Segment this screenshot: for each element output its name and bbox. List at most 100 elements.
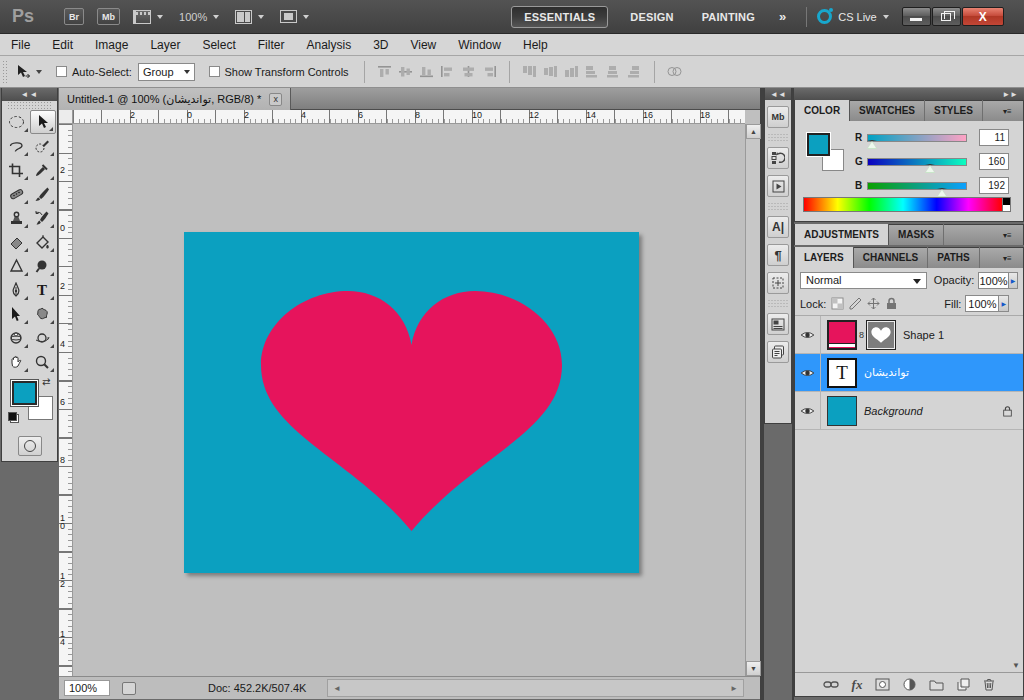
lock-transparency-icon[interactable] (831, 297, 844, 310)
hand-tool[interactable] (4, 350, 30, 374)
visibility-toggle[interactable] (795, 354, 821, 391)
healing-brush-tool[interactable] (4, 182, 30, 206)
align-bottom-edges-icon[interactable] (419, 65, 434, 78)
blue-value-field[interactable]: 192 (979, 177, 1009, 194)
lock-position-icon[interactable] (867, 297, 880, 310)
document-tab[interactable]: Untitled-1 @ 100% (توانديشان, RGB/8) * x (59, 88, 291, 110)
blur-tool[interactable] (4, 254, 30, 278)
scroll-up-button[interactable]: ▲ (746, 124, 761, 139)
3d-orbit-tool[interactable] (30, 326, 56, 350)
panels-expand-button[interactable]: ►► (794, 88, 1024, 100)
screen-mode-button[interactable] (280, 10, 309, 23)
layer-name[interactable]: توانديشان (864, 366, 909, 379)
dock-notes-button[interactable] (767, 341, 789, 363)
type-tool[interactable]: T (30, 278, 56, 302)
menu-analysis[interactable]: Analysis (295, 38, 362, 52)
options-grip[interactable] (2, 60, 9, 84)
align-horizontal-centers-icon[interactable] (461, 65, 476, 78)
pen-tool[interactable] (4, 278, 30, 302)
distribute-vertical-centers-icon[interactable] (543, 65, 558, 78)
visibility-toggle[interactable] (795, 392, 821, 429)
quick-selection-tool[interactable] (30, 134, 56, 158)
layer-style-fx-button[interactable]: fx (852, 677, 863, 693)
layers-tab-paths[interactable]: PATHS (928, 247, 979, 268)
show-transform-checkbox[interactable] (209, 66, 220, 77)
dock-collapse-button[interactable]: ◄◄ (765, 88, 791, 100)
menu-select[interactable]: Select (191, 38, 246, 52)
layer-name[interactable]: Shape 1 (903, 329, 944, 341)
fill-field[interactable]: 100% (965, 295, 999, 312)
shape-layer-thumbnail[interactable] (827, 320, 857, 350)
layers-tab-layers[interactable]: LAYERS (795, 247, 854, 268)
crop-tool[interactable] (4, 158, 30, 182)
eyedropper-tool[interactable] (30, 158, 56, 182)
menu-image[interactable]: Image (84, 38, 139, 52)
path-selection-tool[interactable] (4, 302, 30, 326)
move-tool[interactable] (30, 110, 56, 134)
fill-spinner[interactable]: ▶ (999, 295, 1009, 312)
view-extras-button[interactable] (133, 10, 163, 24)
link-layers-button[interactable] (823, 680, 839, 689)
color-spectrum-bar[interactable] (803, 197, 1003, 212)
blue-slider[interactable] (867, 182, 967, 190)
dock-actions-button[interactable] (767, 175, 789, 197)
layer-row-text[interactable]: T توانديشان (795, 354, 1023, 392)
dock-clone-source-button[interactable] (767, 272, 789, 294)
distribute-right-edges-icon[interactable] (627, 65, 642, 78)
distribute-bottom-edges-icon[interactable] (564, 65, 579, 78)
vector-mask-thumbnail[interactable] (866, 320, 896, 350)
scroll-down-button[interactable]: ▼ (746, 661, 761, 676)
auto-select-checkbox[interactable] (56, 66, 67, 77)
foreground-color-swatch[interactable] (11, 380, 38, 406)
close-button[interactable]: X (962, 7, 1004, 26)
eraser-tool[interactable] (4, 230, 30, 254)
dock-layer-comps-button[interactable] (767, 313, 789, 335)
align-vertical-centers-icon[interactable] (398, 65, 413, 78)
opacity-field[interactable]: 100% (978, 272, 1009, 289)
background-layer-thumbnail[interactable] (827, 396, 857, 426)
3d-rotate-tool[interactable] (4, 326, 30, 350)
menu-filter[interactable]: Filter (247, 38, 296, 52)
adjustments-panel-menu[interactable] (1003, 231, 1019, 240)
new-layer-button[interactable] (957, 678, 970, 691)
scroll-right-icon[interactable]: ► (730, 684, 738, 693)
layer-row-background[interactable]: Background (795, 392, 1023, 430)
swap-colors-icon[interactable]: ⇄ (42, 376, 50, 387)
color-tab-swatches[interactable]: SWATCHES (850, 100, 925, 121)
blue-slider-thumb[interactable] (937, 188, 947, 197)
panel-foreground-swatch[interactable] (806, 132, 831, 157)
distribute-left-edges-icon[interactable] (585, 65, 600, 78)
default-colors-icon[interactable] (8, 412, 19, 423)
green-value-field[interactable]: 160 (979, 153, 1009, 170)
restore-button[interactable] (932, 7, 961, 26)
lasso-tool[interactable] (4, 134, 30, 158)
color-tab-color[interactable]: COLOR (795, 100, 850, 121)
zoom-tool[interactable] (30, 350, 56, 374)
lock-all-icon[interactable] (885, 297, 898, 310)
workspace-essentials[interactable]: ESSENTIALS (511, 6, 608, 28)
layers-tab-channels[interactable]: CHANNELS (854, 247, 929, 268)
menu-window[interactable]: Window (447, 38, 512, 52)
history-brush-tool[interactable] (30, 206, 56, 230)
brush-tool[interactable] (30, 182, 56, 206)
toolpanel-collapse-button[interactable]: ◄◄ (2, 88, 57, 101)
opacity-spinner[interactable]: ▶ (1009, 272, 1018, 289)
layer-row-shape1[interactable]: 8 Shape 1 (795, 316, 1023, 354)
text-layer-thumbnail[interactable]: T (827, 358, 857, 388)
paint-bucket-tool[interactable] (30, 230, 56, 254)
red-slider[interactable] (867, 134, 967, 142)
add-layer-mask-button[interactable] (875, 678, 890, 691)
red-value-field[interactable]: 11 (979, 129, 1009, 146)
launch-bridge-button[interactable]: Br (64, 8, 84, 25)
red-slider-thumb[interactable] (867, 140, 877, 149)
menu-view[interactable]: View (399, 38, 447, 52)
workspace-design[interactable]: DESIGN (630, 11, 673, 23)
distribute-top-edges-icon[interactable] (522, 65, 537, 78)
green-slider[interactable] (867, 158, 967, 166)
layers-panel-menu[interactable] (1003, 254, 1019, 263)
close-document-icon[interactable]: x (269, 93, 282, 106)
dock-history-button[interactable] (767, 147, 789, 169)
minimize-button[interactable] (902, 7, 931, 26)
adjustment-layer-button[interactable] (903, 678, 916, 691)
cs-live-button[interactable]: CS Live (817, 9, 889, 24)
